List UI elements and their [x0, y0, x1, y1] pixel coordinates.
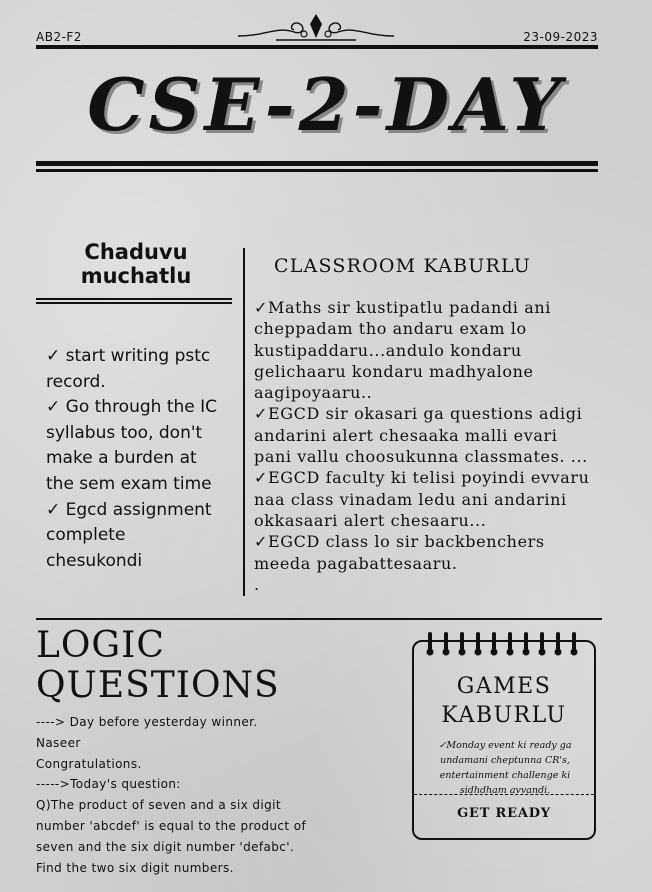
title-line: muchatlu — [80, 264, 192, 288]
games-kaburlu-title: GAMES KABURLU — [414, 672, 594, 730]
text-line: Find the two six digit numbers. — [36, 860, 234, 875]
games-divider — [414, 794, 594, 795]
list-item: the sem exam time — [46, 473, 212, 494]
header-rule-top — [36, 45, 598, 49]
text-line: ✓Monday event ki ready ga — [438, 740, 572, 751]
games-kaburlu-card: GAMES KABURLU ✓Monday event ki ready ga … — [412, 632, 596, 840]
masthead-title: CSE-2-DAY — [87, 62, 565, 147]
issue-code: AB2-F2 — [36, 30, 82, 44]
list-item: record. — [46, 371, 106, 392]
title-line: GAMES — [456, 674, 552, 699]
classroom-kaburlu-title: CLASSROOM KABURLU — [274, 255, 531, 277]
text-line: ----> Day before yesterday winner. — [36, 715, 258, 729]
text-line: naa class vinadam ledu ani andarini — [254, 489, 567, 509]
list-item: chesukondi — [46, 550, 143, 571]
spiral-binding-icon — [426, 632, 578, 656]
text-line: ✓EGCD class lo sir backbenchers — [254, 532, 545, 552]
list-item: ✓ Egcd assignment — [46, 499, 212, 520]
text-line: pani vallu choosukunna classmates. ... — [254, 447, 588, 467]
get-ready-label: GET READY — [457, 806, 551, 821]
list-item: syllabus too, don't — [46, 422, 203, 443]
text-line: entertainment challenge ki — [439, 770, 571, 781]
text-line: number 'abcdef' is equal to the product … — [36, 818, 307, 833]
list-item: ✓ start writing pstc — [46, 346, 211, 366]
text-line: aagipoyaaru.. — [254, 383, 373, 403]
text-line: ✓EGCD faculty ki telisi poyindi evvaru — [254, 468, 590, 488]
text-line: gelichaaru kondaru madhyalone — [254, 361, 534, 381]
title-line: LOGIC — [36, 625, 165, 666]
issue-date: 23-09-2023 — [523, 30, 598, 44]
text-line: Q)The product of seven and a six digit — [36, 798, 282, 813]
text-line: Naseer — [36, 735, 81, 750]
title-line: KABURLU — [441, 703, 567, 728]
chaduvu-muchatlu-list: ✓ start writing pstc record. ✓ Go throug… — [46, 344, 236, 574]
text-line: ✓Maths sir kustipatlu padandi ani — [254, 298, 551, 317]
column-divider — [243, 248, 245, 596]
header-rule-bottom-2 — [36, 169, 598, 172]
left-column-rule-1 — [36, 298, 232, 300]
text-line: ----->Today's question: — [36, 777, 181, 792]
list-item: make a burden at — [46, 448, 197, 469]
logic-questions-text: ----> Day before yesterday winner. Nasee… — [36, 712, 336, 878]
left-column-rule-2 — [36, 302, 232, 304]
text-line: meeda pagabattesaaru. — [254, 553, 458, 573]
title-line: Chaduvu — [84, 240, 188, 264]
text-line: okkasaari alert chesaaru... — [254, 510, 487, 530]
section-rule — [36, 618, 602, 620]
text-line: kustipaddaru...andulo kondaru — [254, 340, 522, 360]
header-rule-bottom-1 — [36, 161, 598, 166]
chaduvu-muchatlu-title: Chaduvu muchatlu — [36, 240, 236, 288]
title-line: QUESTIONS — [36, 665, 280, 706]
text-line: andarini alert chesaaka malli evari — [254, 425, 558, 445]
text-line: . — [254, 574, 260, 594]
list-item: ✓ Go through the IC — [46, 397, 218, 418]
flourish-ornament-icon — [237, 14, 395, 41]
classroom-kaburlu-text: ✓Maths sir kustipatlu padandi ani cheppa… — [254, 297, 644, 595]
logic-questions-title: LOGIC QUESTIONS — [36, 626, 280, 706]
text-line: undamani cheptunna CR's, — [440, 755, 570, 766]
text-line: cheppadam tho andaru exam lo — [254, 319, 527, 339]
text-line: sidhdham avvandi. — [459, 785, 551, 796]
text-line: ✓EGCD sir okasari ga questions adigi — [254, 404, 583, 424]
text-line: seven and the six digit number 'defabc'. — [36, 839, 295, 854]
list-item: complete — [46, 525, 126, 546]
games-kaburlu-text: ✓Monday event ki ready ga undamani chept… — [422, 738, 588, 798]
text-line: Congratulations. — [36, 756, 142, 771]
